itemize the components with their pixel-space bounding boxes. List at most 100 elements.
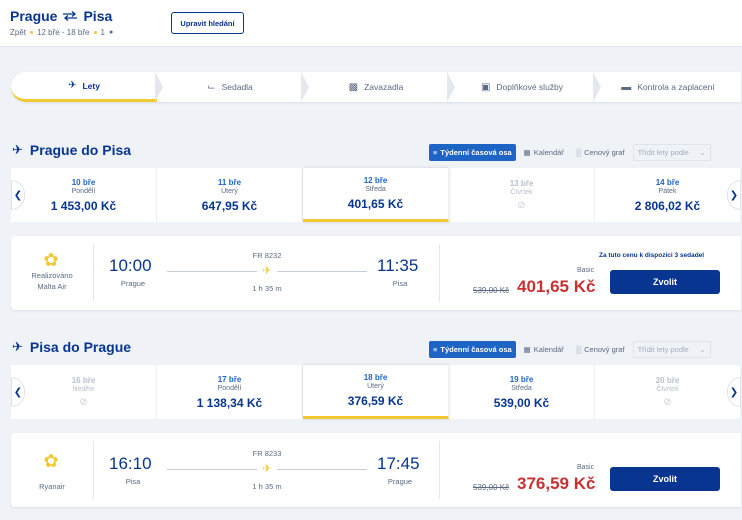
monitor-icon: ▣	[480, 81, 491, 93]
current-price: 376,59 Kč	[517, 474, 596, 493]
tab-label: Týdenní časová osa	[440, 148, 512, 157]
list-icon: ≡	[433, 345, 438, 354]
departure-city: Prague	[120, 279, 146, 288]
date-option-selected[interactable]: 18 bře Úterý 376,59 Kč	[303, 365, 449, 419]
ryanair-harp-icon: ✿	[43, 450, 59, 471]
day-label: Čtvrtek	[510, 189, 533, 196]
arrival-time: 17:45	[377, 454, 420, 473]
date-option-unavailable: 13 bře Čtvrtek ⊘	[449, 168, 595, 222]
date-price: 401,65 Kč	[347, 197, 404, 211]
step-checkout[interactable]: ▬ Kontrola a zaplacení	[593, 72, 741, 102]
top-header: Prague Pisa Zpět 12 bře - 18 bře 1 ● Upr…	[0, 0, 742, 47]
date-option[interactable]: 17 bře Pondělí 1 138,34 Kč	[157, 365, 303, 419]
section-heading: Prague do Pisa	[29, 142, 132, 158]
flight-duration: 1 h 35 m	[252, 482, 282, 491]
date-price: 376,59 Kč	[347, 394, 404, 408]
ryanair-harp-icon: ✿	[43, 249, 59, 270]
chevron-down-icon: ⌄	[699, 345, 706, 354]
sort-select[interactable]: Třídit lety podle ⌄	[632, 144, 711, 161]
tab-weekly[interactable]: ≡ Týdenní časová osa	[429, 144, 516, 161]
select-flight-button[interactable]: Zvolit	[610, 467, 720, 491]
trip-summary: Zpět 12 bře - 18 bře 1 ●	[10, 28, 113, 37]
date-label: 11 bře	[217, 177, 242, 187]
tab-weekly[interactable]: ≡ Týdenní časová osa	[429, 341, 516, 358]
operator-line1: Ryanair	[39, 482, 65, 491]
date-label: 12 bře	[363, 176, 388, 185]
current-price: 401,65 Kč	[517, 277, 596, 296]
step-label: Kontrola a zaplacení	[637, 82, 715, 92]
inbound-flight-card: ✿ Ryanair 16:10 Pisa FR 8233 ✈ 1 h 35 m …	[11, 433, 741, 507]
route-line	[277, 469, 367, 470]
separator-dot	[30, 31, 34, 34]
calendar-icon: ▦	[523, 345, 531, 354]
no-flight-icon: ⊘	[79, 397, 88, 408]
tab-calendar[interactable]: ▦ Kalendář	[520, 144, 568, 161]
chevron-right-icon: ❯	[729, 189, 739, 201]
day-label: Úterý	[221, 187, 238, 195]
route-line	[167, 469, 257, 470]
takeoff-icon: ✈	[12, 142, 23, 157]
step-extras[interactable]: ▣ Doplňkové služby	[447, 72, 595, 102]
step-luggage[interactable]: ▩ Zavazadla	[301, 72, 449, 102]
tab-label: Týdenní časová osa	[440, 345, 512, 354]
plane-icon: ✈	[262, 463, 272, 475]
date-price: 647,95 Kč	[201, 198, 258, 213]
tab-calendar[interactable]: ▦ Kalendář	[520, 341, 568, 358]
departure-time: 16:10	[109, 454, 152, 473]
day-label: Pondělí	[217, 384, 242, 392]
tab-price-chart[interactable]: ░ Cenový graf	[572, 341, 629, 358]
inbound-section-title: ✈ Pisa do Prague	[12, 339, 131, 355]
day-label: Neděle	[72, 386, 95, 393]
inbound-view-tabs: ≡ Týdenní časová osa ▦ Kalendář ░ Cenový gr…	[429, 341, 711, 358]
outbound-flight-card: ✿ Realizováno Malta Air 10:00 Prague FR …	[11, 236, 741, 310]
modify-search-button[interactable]: Upravit hledání	[171, 12, 244, 34]
bar-chart-icon: ░	[575, 148, 582, 157]
date-label: 10 bře	[71, 177, 96, 187]
route-line	[167, 271, 257, 272]
departure-city: Pisa	[125, 477, 141, 486]
date-label: 16 bře	[71, 376, 96, 385]
date-option-selected[interactable]: 12 bře Středa 401,65 Kč	[303, 168, 449, 222]
date-option[interactable]: 10 bře Pondělí 1 453,00 Kč	[11, 168, 157, 222]
date-label: 19 bře	[509, 374, 534, 384]
original-price: 539,00 Kč	[473, 483, 510, 492]
divider	[93, 244, 94, 302]
round-trip-icon	[63, 11, 78, 21]
flight-number: FR 8232	[252, 251, 282, 260]
chevron-left-icon: ❮	[13, 189, 23, 201]
date-option[interactable]: 14 bře Pátek 2 806,02 Kč	[595, 168, 741, 222]
no-flight-icon: ⊘	[517, 200, 526, 211]
date-price: 539,00 Kč	[493, 395, 550, 410]
step-label: Sedadla	[221, 82, 253, 92]
airline-operator: Ryanair	[11, 481, 93, 492]
calendar-icon: ▦	[523, 148, 531, 157]
luggage-icon: ▩	[348, 81, 359, 93]
list-icon: ≡	[433, 148, 438, 157]
step-flights[interactable]: ✈ Lety	[11, 72, 157, 102]
date-label: 20 bře	[655, 376, 680, 385]
trip-type: Zpět	[10, 28, 27, 37]
outbound-view-tabs: ≡ Týdenní časová osa ▦ Kalendář ░ Cenový gr…	[429, 144, 711, 161]
tab-price-chart[interactable]: ░ Cenový graf	[572, 144, 629, 161]
tab-label: Kalendář	[533, 345, 564, 354]
day-label: Úterý	[367, 383, 384, 390]
section-heading: Pisa do Prague	[29, 339, 132, 355]
date-option-unavailable: 16 bře Neděle ⊘	[11, 365, 157, 419]
select-flight-button[interactable]: Zvolit	[610, 270, 720, 294]
date-price: 2 806,02 Kč	[634, 198, 701, 213]
sort-placeholder: Třídit lety podle	[637, 345, 689, 354]
airline-operator: Realizováno Malta Air	[11, 270, 93, 293]
step-seats[interactable]: ⌙ Sedadla	[155, 72, 303, 102]
seats-available-note: Za tuto cenu k dispozici 3 sedadel	[599, 252, 705, 259]
divider	[93, 441, 94, 499]
date-option[interactable]: 11 bře Úterý 647,95 Kč	[157, 168, 303, 222]
date-option[interactable]: 19 bře Středa 539,00 Kč	[449, 365, 595, 419]
bar-chart-icon: ░	[575, 345, 582, 354]
route-title: Prague Pisa	[10, 8, 112, 24]
day-label: Čtvrtek	[656, 386, 679, 393]
step-label: Lety	[82, 80, 100, 91]
arrival-city: Prague	[387, 477, 413, 486]
sort-select[interactable]: Třídit lety podle ⌄	[632, 341, 711, 358]
card-icon: ▬	[621, 81, 632, 93]
arrival-city: Pisa	[392, 279, 408, 288]
